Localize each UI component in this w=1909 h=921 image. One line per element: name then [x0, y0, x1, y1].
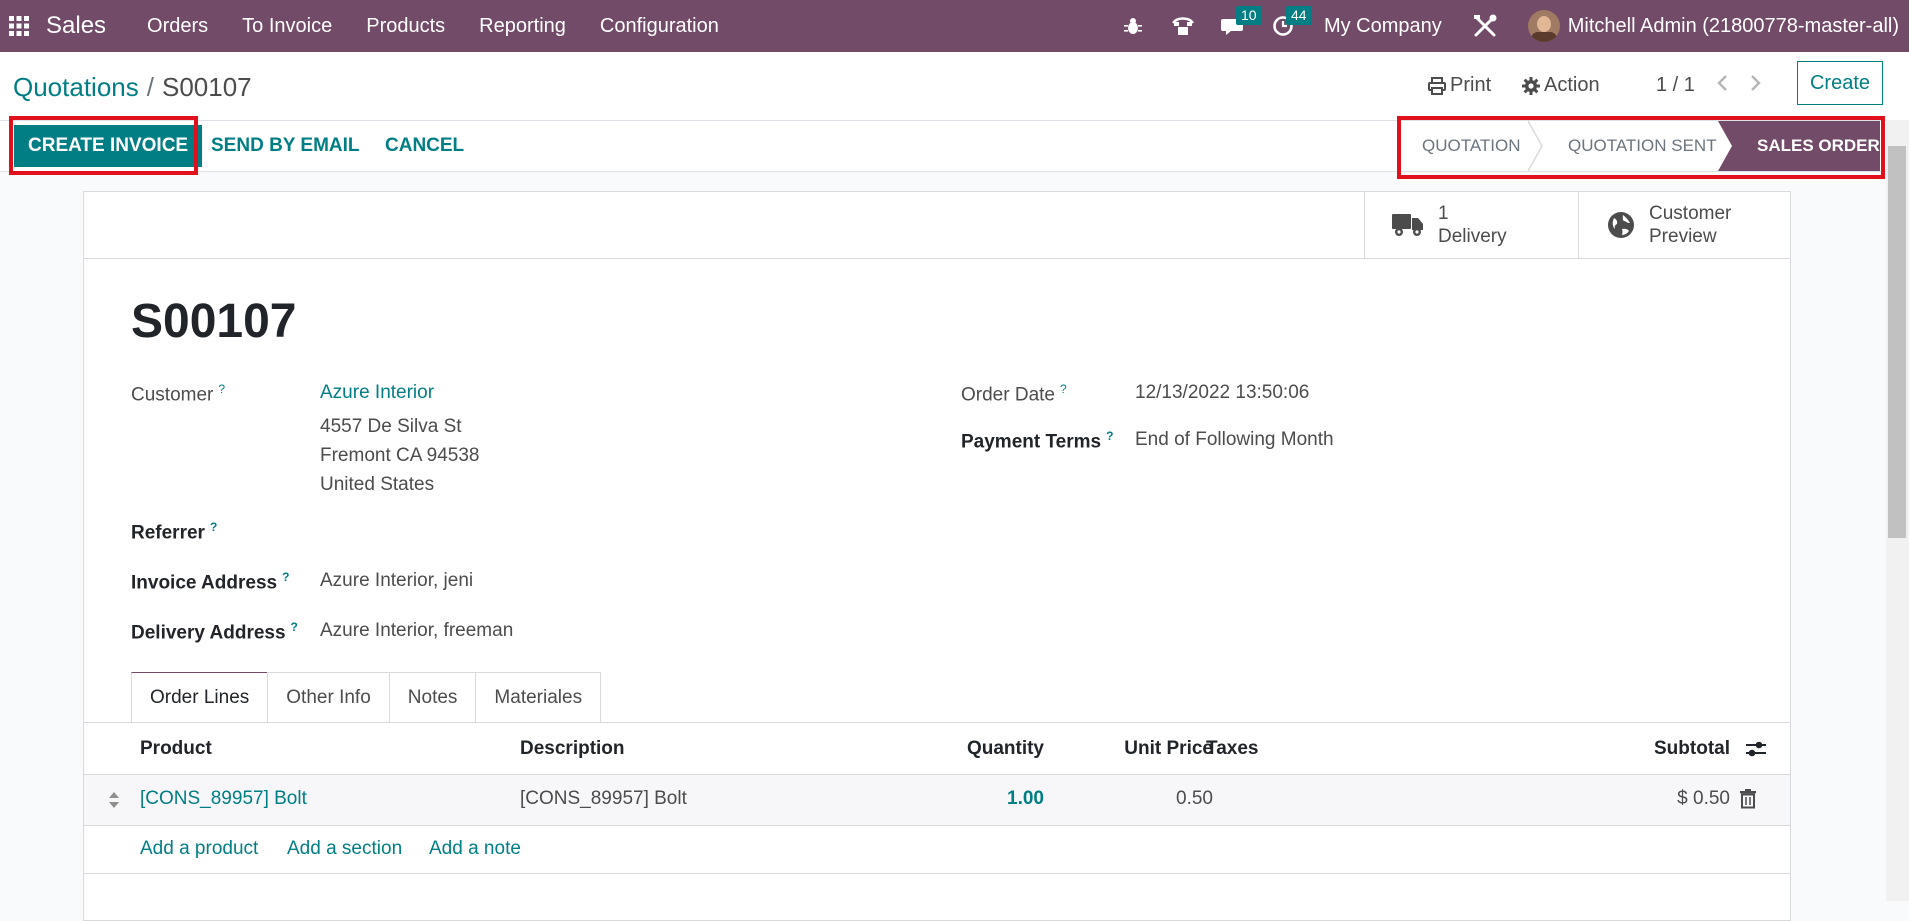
row-subtotal: $ 0.50 [1677, 788, 1730, 809]
column-description[interactable]: Description [520, 738, 625, 760]
column-taxes[interactable]: Taxes [1206, 738, 1258, 760]
customer-preview-line1: Customer [1649, 203, 1732, 224]
table-bottom-divider [84, 873, 1790, 874]
breadcrumb-current: S00107 [161, 72, 252, 102]
customer-address-line3: United States [320, 474, 435, 495]
customer-address-line1: 4557 De Silva St [320, 416, 462, 437]
activities-count-badge: 44 [1285, 6, 1312, 25]
add-section-link[interactable]: Add a section [287, 838, 402, 860]
column-unit-price[interactable]: Unit Price [1124, 738, 1213, 760]
menu-reporting[interactable]: Reporting [479, 15, 566, 38]
row-unit-price[interactable]: 0.50 [1176, 788, 1213, 810]
user-menu[interactable]: Mitchell Admin (21800778-master-all) [1568, 15, 1899, 38]
action-button[interactable]: Action [1522, 74, 1600, 97]
tabs-divider [84, 722, 1790, 723]
tab-materiales[interactable]: Materiales [475, 672, 602, 723]
add-product-link[interactable]: Add a product [140, 838, 258, 860]
customer-field[interactable]: Azure Interior [320, 382, 434, 404]
delivery-count: 1 [1438, 203, 1449, 224]
invoice-address-help-icon[interactable]: ? [282, 570, 289, 584]
record-title: S00107 [131, 295, 297, 348]
tab-order-lines[interactable]: Order Lines [131, 672, 269, 723]
pager-next-icon[interactable] [1748, 72, 1762, 98]
row-drag-handle-icon[interactable] [108, 791, 120, 815]
delivery-address-field[interactable]: Azure Interior, freeman [320, 620, 513, 642]
referrer-help-icon[interactable]: ? [210, 520, 217, 534]
row-description[interactable]: [CONS_89957] Bolt [520, 788, 687, 810]
company-switcher[interactable]: My Company [1324, 15, 1442, 38]
action-label: Action [1544, 74, 1600, 96]
order-date-field[interactable]: 12/13/2022 13:50:06 [1135, 382, 1309, 404]
row-product[interactable]: [CONS_89957] Bolt [140, 788, 307, 810]
referrer-label: Referrer? [131, 520, 218, 544]
payment-terms-help-icon[interactable]: ? [1106, 429, 1113, 443]
control-panel: Quotations / S00107 Print Action 1 / 1 Cre… [0, 52, 1909, 120]
order-date-label: Order Date? [961, 382, 1067, 406]
referrer-field[interactable] [320, 520, 620, 544]
delivery-address-label: Delivery Address? [131, 620, 298, 644]
row-quantity[interactable]: 1.00 [1007, 788, 1044, 810]
print-button[interactable]: Print [1428, 74, 1491, 97]
trash-icon[interactable] [1740, 789, 1756, 815]
pager-previous-icon[interactable] [1716, 72, 1730, 98]
messages-icon[interactable]: 10 [1216, 0, 1262, 52]
add-note-link[interactable]: Add a note [429, 838, 521, 860]
pager-value[interactable]: 1 / 1 [1656, 74, 1695, 97]
highlight-status-stages [1397, 116, 1885, 179]
print-icon [1428, 76, 1446, 95]
payment-terms-label: Payment Terms? [961, 429, 1114, 453]
breadcrumb-quotations-link[interactable]: Quotations [13, 72, 139, 102]
phone-icon[interactable] [1166, 0, 1200, 52]
customer-address-line2: Fremont CA 94538 [320, 445, 480, 466]
apps-menu-icon[interactable] [2, 0, 36, 52]
customer-label: Customer? [131, 382, 226, 406]
truck-icon [1392, 212, 1424, 238]
menu-configuration[interactable]: Configuration [600, 15, 719, 38]
delivery-smart-button[interactable]: 1 Delivery [1364, 192, 1578, 258]
page-scrollbar-thumb[interactable] [1888, 146, 1906, 538]
order-date-help-icon[interactable]: ? [1060, 382, 1067, 396]
payment-terms-field[interactable]: End of Following Month [1135, 429, 1334, 451]
customer-preview-smart-button[interactable]: Customer Preview [1578, 192, 1790, 258]
tools-icon[interactable] [1468, 0, 1502, 52]
smart-button-box: 1 Delivery Customer Preview [84, 192, 1790, 259]
top-navbar: Sales Orders To Invoice Products Reporti… [0, 0, 1909, 52]
notebook-tabs: Order Lines Other Info Notes Materiales [131, 672, 602, 723]
invoice-address-field[interactable]: Azure Interior, jeni [320, 570, 473, 592]
messages-count-badge: 10 [1235, 6, 1262, 25]
tab-notes[interactable]: Notes [388, 672, 477, 723]
menu-orders[interactable]: Orders [147, 15, 208, 38]
optional-columns-icon[interactable] [1745, 739, 1767, 765]
delivery-address-help-icon[interactable]: ? [291, 620, 298, 634]
activities-clock-icon[interactable]: 44 [1266, 0, 1312, 52]
breadcrumb-separator: / [146, 72, 154, 102]
column-product[interactable]: Product [140, 738, 212, 760]
send-by-email-button[interactable]: SEND BY EMAIL [211, 125, 360, 167]
table-row[interactable] [84, 775, 1790, 826]
highlight-create-invoice [9, 116, 198, 175]
tab-other-info[interactable]: Other Info [267, 672, 390, 723]
form-sheet: 1 Delivery Customer Preview S00107 Custo… [83, 191, 1791, 921]
menu-products[interactable]: Products [366, 15, 445, 38]
gear-icon [1522, 76, 1540, 95]
create-button[interactable]: Create [1797, 61, 1883, 105]
customer-help-icon[interactable]: ? [218, 382, 225, 396]
column-subtotal[interactable]: Subtotal [1654, 738, 1730, 760]
globe-icon [1607, 211, 1635, 239]
menu-to-invoice[interactable]: To Invoice [242, 15, 332, 38]
customer-preview-line2: Preview [1649, 226, 1717, 247]
user-avatar[interactable] [1527, 10, 1560, 42]
cancel-button[interactable]: CANCEL [385, 125, 464, 167]
systray: 10 44 My Company Mitchell Admin (2180077… [1108, 0, 1899, 52]
column-quantity[interactable]: Quantity [967, 738, 1044, 760]
invoice-address-label: Invoice Address? [131, 570, 290, 594]
breadcrumb: Quotations / S00107 [13, 72, 252, 103]
print-label: Print [1450, 74, 1492, 96]
delivery-label: Delivery [1438, 226, 1507, 247]
debug-bug-icon[interactable] [1116, 0, 1150, 52]
app-brand[interactable]: Sales [46, 12, 106, 40]
